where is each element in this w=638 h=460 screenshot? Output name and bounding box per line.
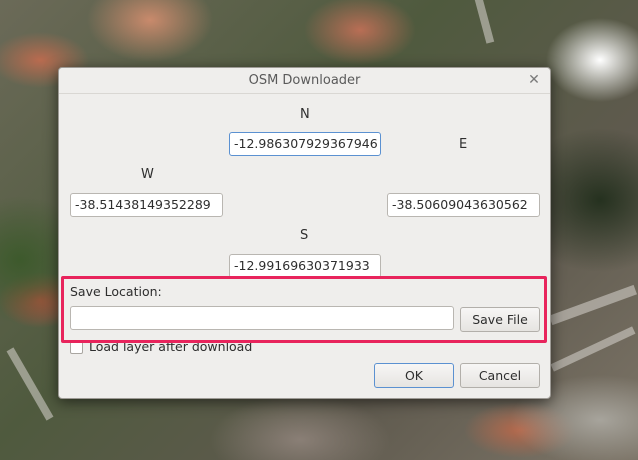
north-label: N xyxy=(300,107,310,122)
save-location-label: Save Location: xyxy=(70,284,162,299)
map-road xyxy=(6,347,54,421)
map-road xyxy=(550,326,636,372)
map-road xyxy=(465,0,495,44)
south-label: S xyxy=(300,228,309,243)
save-location-input[interactable] xyxy=(70,306,454,330)
east-label: E xyxy=(459,137,468,152)
west-input[interactable]: -38.51438149352289 xyxy=(70,193,223,217)
cancel-button[interactable]: Cancel xyxy=(460,363,540,388)
west-label: W xyxy=(141,167,154,182)
dialog-title: OSM Downloader xyxy=(248,73,361,88)
map-road xyxy=(549,284,637,326)
dialog-titlebar[interactable]: OSM Downloader ✕ xyxy=(59,68,550,94)
ok-button[interactable]: OK xyxy=(374,363,454,388)
south-input[interactable]: -12.99169630371933 xyxy=(229,254,381,278)
save-file-button[interactable]: Save File xyxy=(460,307,540,332)
east-input[interactable]: -38.50609043630562 xyxy=(387,193,540,217)
north-input[interactable]: -12.986307929367946 xyxy=(229,132,381,156)
close-icon[interactable]: ✕ xyxy=(526,72,542,88)
